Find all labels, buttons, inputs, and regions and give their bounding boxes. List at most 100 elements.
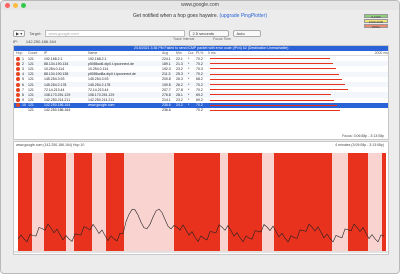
status-dot-icon [16,72,20,77]
latency-bar [210,68,336,70]
alert-badge-red: 2000+ [364,24,388,29]
status-dot-icon [16,92,20,97]
cell-count: 121 [28,87,34,92]
cell-min: 21.3 [176,61,183,66]
latency-bar [210,104,337,106]
header-pl[interactable]: PL% [196,51,208,55]
focus-range: Focus: 3:06:58p - 3:13:08p [342,134,384,138]
target-label: Target: [29,30,42,36]
cell-ip: 142.250.186.164 [44,108,71,113]
partial-loss-block [220,153,228,251]
header-count[interactable]: Count [28,51,44,55]
table-row[interactable]: 121 142.250.186.164 236.6 70.2 [14,108,388,113]
cell-pl: 68.2 [196,77,203,82]
packet-loss-block [348,153,368,251]
cell-pl: 70.2 [196,56,203,61]
cell-avg: 190.8 [162,82,171,87]
cell-avg: 189.1 [162,61,171,66]
cell-pl: 70.2 [196,87,203,92]
focus-select[interactable]: Auto [233,29,262,37]
cell-count: 121 [28,103,34,108]
cell-name: p5086cd8a.dip0.t-ipconnect.de [88,72,136,77]
ip-label: IP: [13,38,18,44]
header-name[interactable]: Name [88,51,162,55]
cell-min: 23.2 [176,66,183,71]
latency-bar [210,109,340,111]
cell-pl: 69.2 [196,92,203,97]
cell-ip: 10.254.0.114 [44,66,65,71]
cell-ip: 145.254.2.178 [44,82,67,87]
cell-pl: 70.2 [196,108,203,113]
cell-name: 192.168.2.1 [88,56,107,61]
cell-pl: 70.2 [196,61,203,66]
latency-bar [210,84,345,86]
ip-value: 142.250.186.164 [25,38,56,44]
title-bar: www.google.com [1,1,399,10]
cell-avg: 276.8 [162,92,171,97]
cell-name: www.google.com [88,103,115,108]
latency-bar [210,73,339,75]
cell-ip: 142.250.214.211 [44,98,71,103]
cell-name: 72.14.213.44 [88,87,109,92]
status-dot-icon [16,61,20,66]
cell-cur: * [188,61,190,66]
latency-bar [210,63,333,65]
cell-count: 121 [28,108,34,113]
cell-cur: * [188,56,190,61]
header-cur[interactable]: Cur [188,51,196,55]
cell-count: 121 [28,56,34,61]
cell-name: 145.254.3.93 [88,77,109,82]
cell-count: 121 [28,61,34,66]
table-body: 1 121 192.168.2.1 192.168.2.1 224.1 22.1 * 70.2… [14,56,388,113]
play-button[interactable]: ▶ ▾ [13,29,26,37]
cell-min: 26.2 [176,82,183,87]
latency-bar [210,99,334,101]
header-ip[interactable]: IP [44,51,88,55]
latency-bar [210,58,330,60]
target-input[interactable]: www.google.com [45,29,186,37]
cell-ip: 72.14.213.44 [44,87,65,92]
cell-pl: 69.2 [196,98,203,103]
latency-bar [210,94,331,96]
packet-loss-block [228,153,262,251]
cell-min: 26.3 [176,77,183,82]
partial-loss-block [92,153,106,251]
cell-count: 121 [28,82,34,87]
cell-name: 10.254.0.114 [88,66,109,71]
cell-cur: * [188,98,190,103]
status-dot-icon [16,87,20,92]
partial-loss-block [262,153,274,251]
cell-avg: 200.8 [162,77,171,82]
packet-loss-block [44,153,66,251]
cell-pl: 70.2 [196,82,203,87]
graph-title: www.google.com (142.250.186.164) Hop 10 [16,143,85,147]
interval-select[interactable]: 2.5 seconds [189,29,230,37]
cell-cur: * [188,72,190,77]
cell-avg: 207.7 [162,87,171,92]
cell-name: 142.250.214.211 [88,98,115,103]
status-dot-icon [16,66,20,71]
notification-text: Get notified when a hop goes haywire. [133,13,219,19]
cell-avg: 214.1 [162,98,171,103]
partial-loss-block [332,153,348,251]
header-min[interactable]: Min [176,51,188,55]
header-hop[interactable]: Hop [14,51,28,55]
trace-table: 2/15/2021 3:36 PM Failed to send ICMP pa… [13,45,389,140]
header-avg[interactable]: Avg [162,51,176,55]
cell-cur: * [188,66,190,71]
upgrade-link[interactable]: (upgrade PingPlotter) [219,13,267,19]
cell-min: 27.8 [176,87,183,92]
status-dot-icon [16,77,20,82]
cell-pl: 70.3 [196,66,203,71]
cell-name: 108.170.251.129 [88,92,115,97]
ip-bar: IP: 142.250.186.164 [13,38,389,44]
window-title: www.google.com [181,2,219,8]
status-dot-icon [16,103,20,108]
status-dot-icon [16,56,20,61]
cell-cur: * [188,103,190,108]
graph-range: 4 minutes (3:09:08p - 3:13:08p) [335,143,384,147]
cell-count: 121 [28,66,34,71]
cell-count: 121 [28,92,34,97]
latency-bar [210,78,342,80]
cell-cur: * [188,87,190,92]
